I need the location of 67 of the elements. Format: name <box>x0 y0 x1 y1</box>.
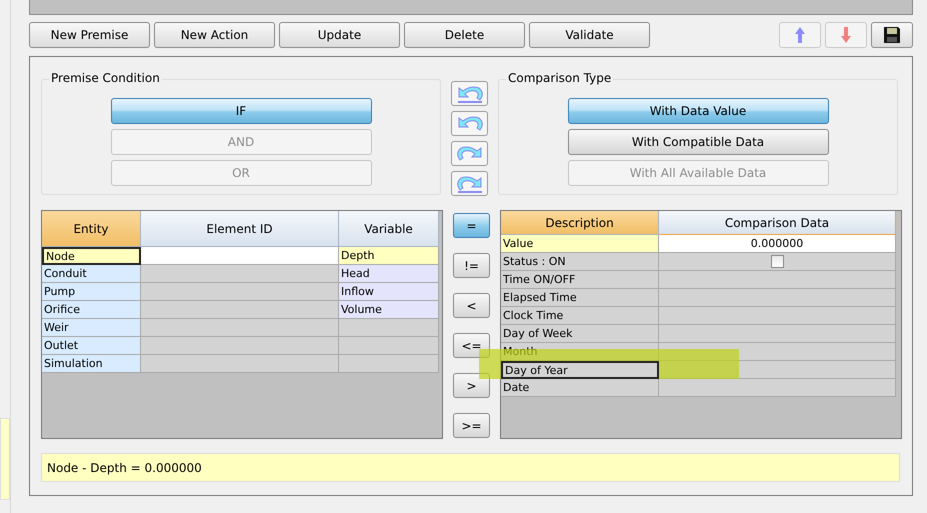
table-cell[interactable]: Status : ON <box>501 253 659 271</box>
table-cell[interactable]: Weir <box>42 319 141 337</box>
table-cell[interactable]: Pump <box>42 283 141 301</box>
table-cell[interactable] <box>141 319 339 337</box>
move-button[interactable] <box>451 171 488 196</box>
option-button[interactable]: With Data Value <box>568 98 828 124</box>
table-cell[interactable]: Elapsed Time <box>501 289 659 307</box>
checkbox[interactable] <box>770 255 784 268</box>
table-cell[interactable] <box>339 319 439 337</box>
move-button[interactable] <box>451 81 488 106</box>
move-button[interactable] <box>451 111 488 136</box>
table-cell[interactable]: Outlet <box>42 337 141 355</box>
table-cell[interactable]: Simulation <box>42 355 141 373</box>
table-cell[interactable]: Day of Week <box>501 325 659 343</box>
curved-arrow-right-icon <box>454 144 484 164</box>
toolbar-button[interactable]: New Premise <box>29 22 150 48</box>
toolbar-button[interactable]: Update <box>279 22 400 48</box>
column-header[interactable]: Description <box>501 211 659 235</box>
column-header[interactable]: Variable <box>339 211 439 247</box>
down-arrow-icon <box>840 26 852 44</box>
option-button[interactable]: IF <box>110 98 372 124</box>
operator-button[interactable]: < <box>453 293 490 318</box>
table-cell[interactable]: Depth <box>339 247 439 265</box>
table-cell[interactable] <box>141 247 339 265</box>
table-cell[interactable]: Date <box>501 379 659 397</box>
table-cell[interactable] <box>141 283 339 301</box>
column-header[interactable]: Entity <box>42 211 141 247</box>
group-title: Comparison Type <box>506 71 614 85</box>
table-cell[interactable] <box>141 301 339 319</box>
table-cell[interactable]: Inflow <box>339 283 439 301</box>
value-field[interactable]: 0.000000 <box>659 235 896 253</box>
table-cell[interactable] <box>659 307 896 325</box>
table-cell[interactable]: Day of Year <box>501 361 659 379</box>
operator-button[interactable]: >= <box>453 413 490 438</box>
operator-button[interactable]: > <box>453 373 490 398</box>
status-text: Node - Depth = 0.000000 <box>41 453 900 482</box>
table-cell[interactable] <box>659 379 896 397</box>
toolbar-button[interactable]: Validate <box>529 22 650 48</box>
table-cell[interactable]: Time ON/OFF <box>501 271 659 289</box>
operator-button[interactable]: = <box>453 213 490 238</box>
up-arrow-icon <box>794 26 806 44</box>
table-cell[interactable]: Value <box>501 235 659 253</box>
column-header[interactable]: Comparison Data <box>659 211 896 235</box>
toolbar-button[interactable]: New Action <box>154 22 275 48</box>
table-cell[interactable]: Orifice <box>42 301 141 319</box>
table-cell[interactable] <box>141 355 339 373</box>
option-button[interactable]: With Compatible Data <box>568 129 828 155</box>
column-header[interactable]: Element ID <box>141 211 339 247</box>
table-cell[interactable] <box>141 265 339 283</box>
table-cell[interactable]: Conduit <box>42 265 141 283</box>
table-cell[interactable]: Node <box>42 247 141 265</box>
table-cell[interactable]: Clock Time <box>501 307 659 325</box>
group-title: Premise Condition <box>49 71 162 85</box>
table-cell[interactable]: Volume <box>339 301 439 319</box>
curved-arrow-right-icon <box>454 174 484 194</box>
table-cell[interactable] <box>339 337 439 355</box>
toolbar-button[interactable]: Delete <box>404 22 525 48</box>
table-cell[interactable] <box>339 355 439 373</box>
save-button[interactable] <box>871 22 913 48</box>
table-cell[interactable]: Head <box>339 265 439 283</box>
table-cell[interactable] <box>659 271 896 289</box>
table-cell[interactable] <box>659 289 896 307</box>
table-cell[interactable] <box>659 325 896 343</box>
save-icon <box>883 26 901 44</box>
table-cell[interactable] <box>141 337 339 355</box>
operator-button[interactable]: != <box>453 253 490 278</box>
move-button[interactable] <box>451 141 488 166</box>
